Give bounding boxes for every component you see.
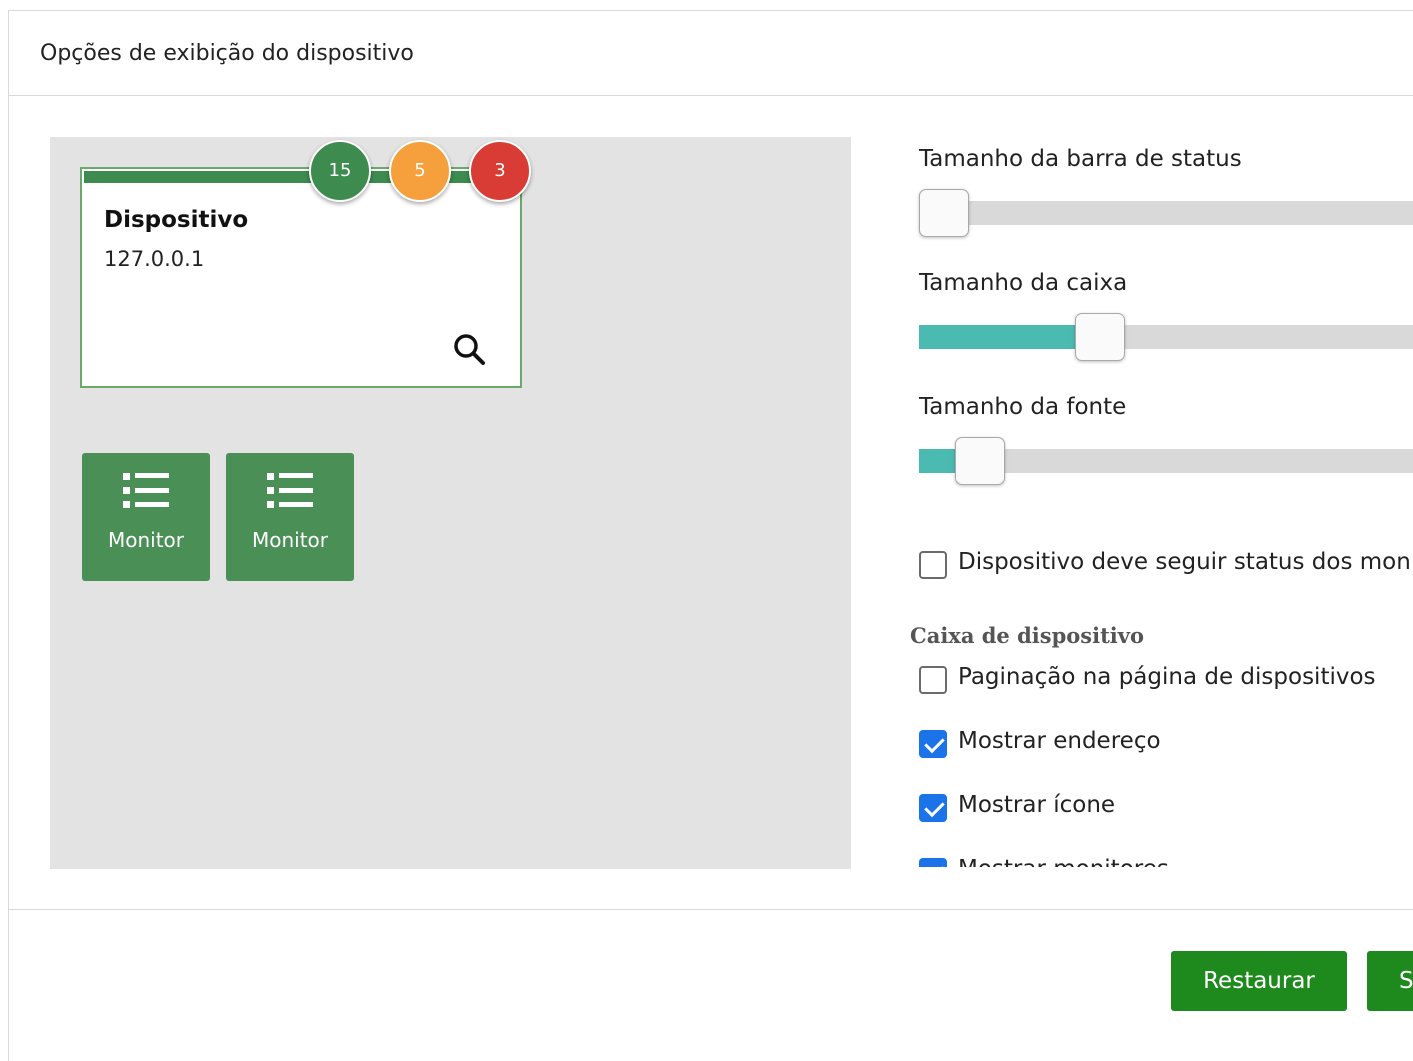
list-icon xyxy=(123,473,169,508)
slider-thumb[interactable] xyxy=(1075,313,1125,361)
search-icon[interactable] xyxy=(452,332,486,366)
box-size-label: Tamanho da caixa xyxy=(919,270,1128,296)
show-monitors-label: Mostrar monitores xyxy=(958,856,1169,867)
show-icon-checkbox[interactable] xyxy=(919,794,947,822)
settings-panel: Tamanho da barra de status Tamanho da ca… xyxy=(899,131,1413,867)
device-card[interactable]: Dispositivo 127.0.0.1 xyxy=(80,167,522,388)
monitor-label: Monitor xyxy=(251,528,329,552)
font-size-slider[interactable] xyxy=(919,437,1413,485)
display-options-dialog: Opções de exibição do dispositivo Dispos… xyxy=(8,10,1413,1061)
status-bar-size-label: Tamanho da barra de status xyxy=(919,146,1242,172)
monitor-tile[interactable]: Monitor xyxy=(82,453,210,581)
pagination-label: Paginação na página de dispositivos xyxy=(958,664,1376,690)
dialog-header: Opções de exibição do dispositivo xyxy=(9,11,1413,96)
show-address-checkbox[interactable] xyxy=(919,730,947,758)
dialog-footer-divider xyxy=(9,909,1413,910)
follow-status-label: Dispositivo deve seguir status dos moni xyxy=(958,549,1413,575)
follow-status-checkbox[interactable] xyxy=(919,551,947,579)
dialog-title: Opções de exibição do dispositivo xyxy=(40,41,414,66)
device-box-section-title: Caixa de dispositivo xyxy=(910,623,1144,648)
restore-button[interactable]: Restaurar xyxy=(1171,951,1347,1011)
show-address-label: Mostrar endereço xyxy=(958,728,1161,754)
monitor-tile[interactable]: Monitor xyxy=(226,453,354,581)
device-preview-panel: Dispositivo 127.0.0.1 15 5 3 Monitor Mon… xyxy=(50,137,851,869)
show-icon-label: Mostrar ícone xyxy=(958,792,1116,818)
status-badge-down: 3 xyxy=(469,140,531,202)
pagination-checkbox[interactable] xyxy=(919,666,947,694)
slider-thumb[interactable] xyxy=(919,189,969,237)
font-size-label: Tamanho da fonte xyxy=(919,394,1127,420)
box-size-slider[interactable] xyxy=(919,313,1413,361)
show-monitors-checkbox[interactable] xyxy=(919,858,947,867)
list-icon xyxy=(267,473,313,508)
status-bar-size-slider[interactable] xyxy=(919,189,1413,237)
status-badge-warning: 5 xyxy=(389,140,451,202)
status-badge-up: 15 xyxy=(309,140,371,202)
monitor-label: Monitor xyxy=(107,528,185,552)
slider-thumb[interactable] xyxy=(955,437,1006,485)
save-button[interactable]: S xyxy=(1367,951,1413,1011)
device-name: Dispositivo xyxy=(104,207,249,233)
status-bar xyxy=(84,171,518,183)
device-address: 127.0.0.1 xyxy=(104,247,205,271)
